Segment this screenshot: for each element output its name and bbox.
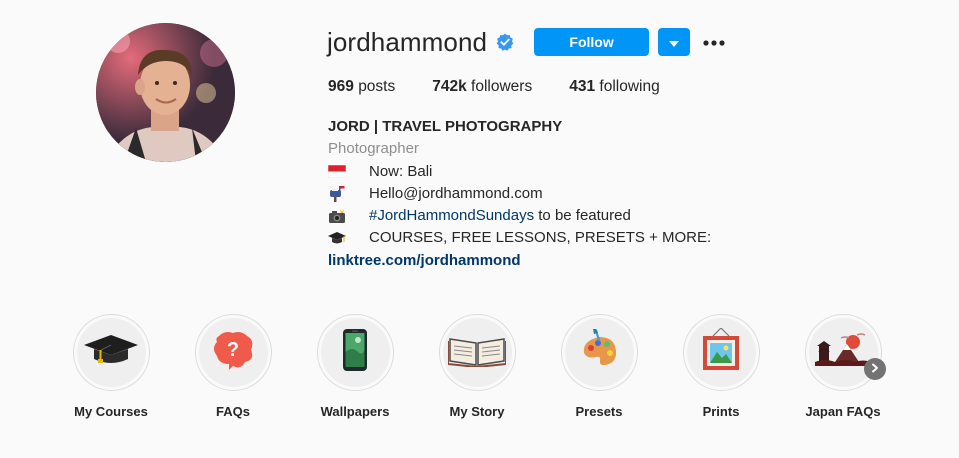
- profile-avatar[interactable]: [96, 23, 235, 162]
- posts-stat: 969 posts: [328, 78, 395, 96]
- highlight-presets[interactable]: Presets: [559, 314, 639, 419]
- chevron-right-icon: [870, 360, 880, 378]
- bio-courses: COURSES, FREE LESSONS, PRESETS + MORE:: [369, 229, 712, 247]
- highlight-label: FAQs: [216, 404, 250, 419]
- highlight-ring: [316, 314, 394, 391]
- highlight-label: My Courses: [74, 404, 148, 419]
- followers-label: followers: [471, 78, 533, 95]
- bio-hashtag-link[interactable]: #JordHammondSundays: [369, 205, 534, 227]
- highlight-label: Presets: [575, 404, 623, 419]
- bio-external-link[interactable]: linktree.com/jordhammond: [328, 250, 711, 272]
- highlight-faqs[interactable]: ? FAQs: [193, 314, 273, 419]
- bio-category: Photographer: [328, 140, 419, 158]
- bio-email-line: Hello@jordhammond.com: [328, 183, 711, 205]
- bio-location-line: Now: Bali: [328, 161, 711, 183]
- question-bubble-icon: ?: [211, 330, 255, 375]
- open-book-icon: [447, 333, 507, 372]
- highlight-label: Japan FAQs: [805, 404, 881, 419]
- following-label: following: [599, 78, 660, 95]
- highlight-ring: [804, 314, 882, 391]
- graduation-cap-icon: [82, 333, 140, 372]
- highlight-label: Prints: [702, 404, 740, 419]
- highlight-ring: [560, 314, 638, 391]
- more-options-icon: [703, 33, 725, 51]
- profile-stats: 969 posts 742k followers 431 following: [328, 78, 697, 96]
- posts-label: posts: [358, 78, 396, 95]
- indonesia-flag-icon: [328, 165, 369, 179]
- followers-stat[interactable]: 742k followers: [432, 78, 532, 96]
- profile-username: jordhammond: [327, 27, 488, 57]
- highlight-ring: [72, 314, 150, 391]
- followers-count: 742k: [432, 78, 467, 95]
- highlight-prints[interactable]: Prints: [681, 314, 761, 419]
- bio-name: JORD | TRAVEL PHOTOGRAPHY: [328, 118, 563, 135]
- bio-location: Now: Bali: [369, 162, 433, 180]
- graduation-cap-icon: [328, 231, 369, 246]
- more-options-button[interactable]: [702, 28, 726, 56]
- following-stat[interactable]: 431 following: [569, 78, 660, 96]
- verified-badge-icon: [496, 33, 514, 51]
- bio-hashtag-line: #JordHammondSundays to be featured: [328, 205, 711, 227]
- highlight-ring: [438, 314, 516, 391]
- highlight-my-story[interactable]: My Story: [437, 314, 517, 419]
- paint-palette-icon: [579, 328, 619, 376]
- posts-count: 969: [328, 78, 354, 95]
- highlight-ring: [682, 314, 760, 391]
- phone-icon: [342, 328, 368, 377]
- bio-hashtag-suffix: to be featured: [534, 207, 631, 225]
- story-highlights-tray: My Courses ? FAQs Wallpapers My Story Pr…: [71, 314, 901, 434]
- svg-text:?: ?: [227, 339, 239, 361]
- following-count: 431: [569, 78, 596, 95]
- highlights-next-button[interactable]: [864, 358, 886, 380]
- highlight-wallpapers[interactable]: Wallpapers: [315, 314, 395, 419]
- framed-picture-icon: [701, 327, 741, 377]
- suggested-accounts-dropdown-button[interactable]: [658, 28, 691, 56]
- highlight-label: Wallpapers: [320, 404, 390, 419]
- mailbox-icon: [328, 186, 369, 203]
- japan-scene-icon: [815, 332, 871, 373]
- profile-bio: JORD | TRAVEL PHOTOGRAPHY Photographer N…: [328, 116, 711, 272]
- bio-email: Hello@jordhammond.com: [369, 184, 543, 202]
- chevron-down-icon: [669, 35, 680, 50]
- bio-courses-line: COURSES, FREE LESSONS, PRESETS + MORE:: [328, 227, 711, 249]
- highlight-ring: ?: [194, 314, 272, 391]
- highlight-my-courses[interactable]: My Courses: [71, 314, 151, 419]
- follow-button[interactable]: Follow: [534, 28, 650, 56]
- profile-header: jordhammond Follow: [327, 26, 726, 58]
- camera-flash-icon: [328, 208, 369, 224]
- highlight-label: My Story: [449, 404, 505, 419]
